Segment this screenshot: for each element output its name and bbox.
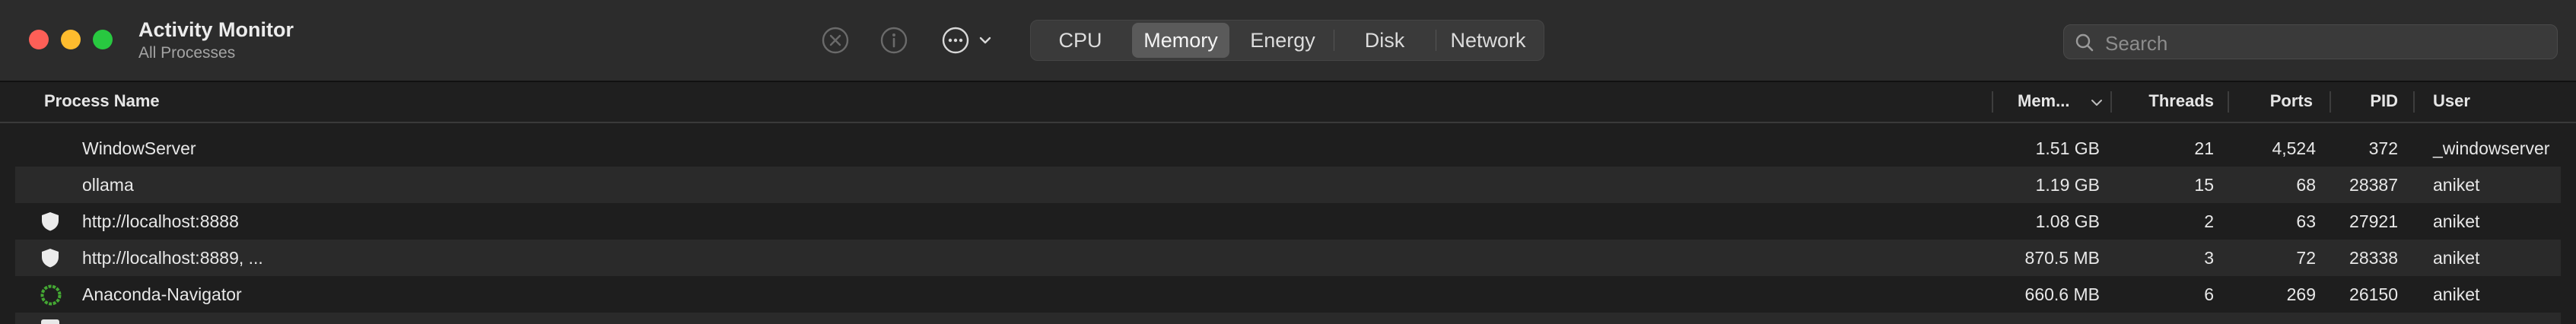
ports-value: 68 bbox=[2296, 175, 2316, 195]
tab-energy[interactable]: Energy bbox=[1232, 21, 1334, 60]
pid-value: 28387 bbox=[2349, 175, 2398, 195]
table-row[interactable]: http://localhost:8888 1.08 GB 2 63 27921… bbox=[0, 203, 2576, 240]
threads-value: 3 bbox=[2204, 248, 2214, 268]
ports-value: 72 bbox=[2296, 248, 2316, 268]
user-value: aniket bbox=[2433, 175, 2480, 195]
table-row[interactable]: http://localhost:8889, ... 870.5 MB 3 72… bbox=[15, 240, 2561, 276]
threads-value: 2 bbox=[2204, 211, 2214, 231]
sort-descending-icon bbox=[2091, 100, 2102, 106]
column-divider[interactable] bbox=[1992, 91, 1993, 113]
more-actions-button[interactable] bbox=[939, 24, 995, 56]
user-value: aniket bbox=[2433, 211, 2480, 231]
toolbar: Activity Monitor All Processes CPU Memor… bbox=[0, 0, 2576, 82]
column-ports[interactable]: Ports bbox=[2232, 82, 2313, 122]
threads-value: 21 bbox=[2194, 138, 2214, 158]
zoom-window-button[interactable] bbox=[93, 30, 113, 49]
table-row[interactable]: ollama 1.19 GB 15 68 28387 aniket bbox=[15, 167, 2561, 203]
search-field[interactable] bbox=[2063, 24, 2558, 59]
window-subtitle: All Processes bbox=[138, 44, 236, 62]
threads-value: 6 bbox=[2204, 284, 2214, 304]
process-name: http://localhost:8889, ... bbox=[82, 248, 263, 268]
ports-value: 269 bbox=[2286, 284, 2316, 304]
pid-value: 28338 bbox=[2349, 248, 2398, 268]
user-value: _windowserver bbox=[2433, 138, 2550, 158]
table-row[interactable]: Anaconda-Navigator 660.6 MB 6 269 26150 … bbox=[0, 276, 2576, 313]
ports-value: 4,524 bbox=[2272, 138, 2316, 158]
memory-value: 870.5 MB bbox=[2024, 248, 2100, 268]
column-divider[interactable] bbox=[2413, 91, 2415, 113]
tab-memory[interactable]: Memory bbox=[1132, 23, 1229, 58]
table-header: Process Name Mem... Threads Ports PID Us… bbox=[0, 82, 2576, 123]
threads-value: 15 bbox=[2194, 175, 2214, 195]
user-value: aniket bbox=[2433, 248, 2480, 268]
stop-process-button[interactable] bbox=[819, 24, 851, 56]
search-icon bbox=[2075, 33, 2094, 52]
column-user[interactable]: User bbox=[2433, 82, 2470, 122]
pid-value: 372 bbox=[2368, 138, 2398, 158]
ellipsis-icon bbox=[942, 27, 969, 54]
shield-icon bbox=[40, 247, 61, 268]
stop-process-icon bbox=[822, 27, 849, 54]
column-threads[interactable]: Threads bbox=[2115, 82, 2214, 122]
tab-cpu[interactable]: CPU bbox=[1031, 21, 1130, 60]
process-name: http://localhost:8888 bbox=[82, 211, 239, 231]
ports-value: 63 bbox=[2296, 211, 2316, 231]
window-title: Activity Monitor bbox=[138, 18, 294, 41]
close-window-button[interactable] bbox=[29, 30, 49, 49]
table-row[interactable] bbox=[15, 313, 2561, 324]
column-divider[interactable] bbox=[2110, 91, 2112, 113]
column-divider[interactable] bbox=[2330, 91, 2331, 113]
search-input[interactable] bbox=[2104, 31, 2548, 56]
memory-value: 1.08 GB bbox=[2035, 211, 2100, 231]
memory-value: 1.51 GB bbox=[2035, 138, 2100, 158]
column-memory[interactable]: Mem... bbox=[2018, 82, 2069, 122]
table-row[interactable]: WindowServer 1.51 GB 21 4,524 372 _windo… bbox=[0, 130, 2576, 167]
column-pid[interactable]: PID bbox=[2334, 82, 2398, 122]
column-divider[interactable] bbox=[2228, 91, 2229, 113]
view-tabs: CPU Memory Energy Disk Network bbox=[1030, 20, 1544, 61]
memory-value: 1.19 GB bbox=[2035, 175, 2100, 195]
info-icon bbox=[880, 27, 908, 54]
anaconda-ring-icon bbox=[40, 284, 62, 306]
user-value: aniket bbox=[2433, 284, 2480, 304]
process-name: Anaconda-Navigator bbox=[82, 284, 242, 304]
app-icon bbox=[41, 319, 59, 324]
tab-disk[interactable]: Disk bbox=[1334, 21, 1436, 60]
process-name: WindowServer bbox=[82, 138, 196, 158]
memory-value: 660.6 MB bbox=[2024, 284, 2100, 304]
pid-value: 27921 bbox=[2349, 211, 2398, 231]
tab-network[interactable]: Network bbox=[1436, 21, 1541, 60]
shield-icon bbox=[40, 211, 61, 232]
pid-value: 26150 bbox=[2349, 284, 2398, 304]
minimize-window-button[interactable] bbox=[61, 30, 81, 49]
inspect-process-button[interactable] bbox=[878, 24, 910, 56]
column-process-name[interactable]: Process Name bbox=[44, 82, 160, 122]
chevron-down-icon bbox=[979, 37, 991, 44]
process-name: ollama bbox=[82, 175, 134, 195]
